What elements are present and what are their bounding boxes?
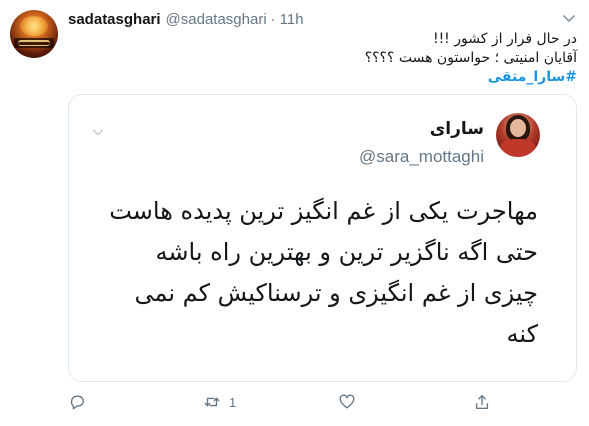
quoted-handle: @sara_mottaghi: [359, 147, 484, 166]
display-name[interactable]: sadatasghari: [68, 11, 161, 28]
timestamp[interactable]: 11h: [280, 11, 304, 28]
chevron-down-icon[interactable]: [561, 10, 577, 26]
avatar-dress: [500, 139, 536, 157]
tweet-actions: 1: [68, 392, 508, 412]
share-button[interactable]: [473, 392, 491, 412]
quoted-avatar: [496, 113, 540, 157]
share-icon: [475, 395, 489, 409]
quoted-line: کنه: [506, 320, 538, 348]
avatar-script: [18, 40, 50, 46]
quoted-display-name: سارای: [429, 119, 484, 139]
avatar-face: [510, 119, 526, 137]
comment-icon: [70, 395, 84, 410]
retweet-count: 1: [229, 394, 237, 410]
heart-icon: [339, 394, 355, 409]
retweet-icon: [204, 397, 220, 407]
retweet-button[interactable]: 1: [203, 392, 236, 412]
reply-button[interactable]: [68, 392, 86, 412]
avatar[interactable]: [10, 10, 58, 58]
tweet-text: در حال فرار از کشور !!! آقایان امنیتی ؛ …: [77, 30, 577, 87]
avatar-glow: [20, 16, 48, 36]
separator-dot: ·: [270, 10, 276, 28]
hashtag-link[interactable]: #سارا_متقی: [77, 68, 577, 87]
quoted-line: مهاجرت یکی از غم انگیز ترین پدیده هاست: [109, 197, 538, 225]
user-handle[interactable]: @sadatasghari: [166, 11, 267, 28]
chevron-down-icon: [92, 129, 104, 136]
quoted-line: چیزی از غم انگیزی و ترسناکیش کم نمی: [134, 279, 538, 307]
tweet-line: در حال فرار از کشور !!!: [432, 31, 577, 47]
like-button[interactable]: [338, 392, 356, 412]
tweet[interactable]: sadatasghari @sadatasghari · 11h در حال …: [0, 0, 589, 426]
tweet-line: آقایان امنیتی ؛ حواستون هست ؟؟؟؟: [364, 50, 577, 66]
quoted-line: حتی اگه ناگزیر ترین و بهترین راه باشه: [155, 238, 538, 266]
quoted-tweet[interactable]: سارای @sara_mottaghi مهاجرت یکی از غم ان…: [68, 94, 577, 382]
tweet-header: sadatasghari @sadatasghari · 11h: [68, 9, 304, 29]
quoted-text: مهاجرت یکی از غم انگیز ترین پدیده هاست ح…: [98, 191, 538, 355]
